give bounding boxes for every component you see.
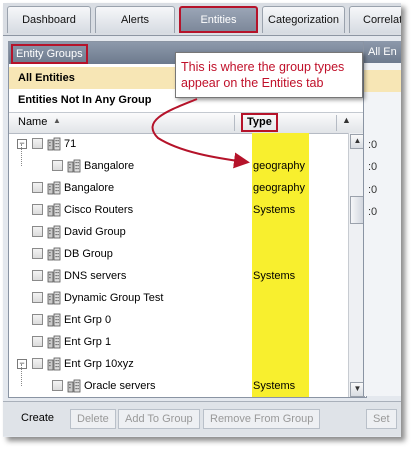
row-type: geography [253,160,305,172]
entities-panel: All En :0 :0 :0 :0 [363,41,401,396]
tree-connector [21,144,22,166]
tab-bar: Dashboard Alerts Entities Categorization… [3,3,401,36]
row-name: Ent Grp 0 [64,314,112,326]
table-row[interactable]: Bangalore geography [9,177,347,199]
row-type: geography [253,182,305,194]
table-row[interactable]: − Ent Grp 10xyz [9,353,347,375]
row-name: David Group [64,226,126,238]
row-checkbox[interactable] [52,380,63,391]
tree-connector [21,364,22,386]
collapse-toggle-icon[interactable]: − [17,139,27,149]
entities-cell: :0 [368,139,378,151]
column-name[interactable]: Name [18,116,47,128]
collapse-up-icon[interactable]: ▲ [342,115,351,125]
entity-group-icon [47,247,61,261]
entity-group-icon [47,357,61,371]
table-row[interactable]: Cisco Routers Systems [9,199,347,221]
table-row[interactable]: DB Group [9,243,347,265]
row-checkbox[interactable] [32,204,43,215]
entities-cell: :0 [368,184,378,196]
table-row[interactable]: Oracle servers Systems [9,375,347,397]
entity-group-icon [47,313,61,327]
entity-group-icon [47,137,61,151]
table-row[interactable]: David Group [9,221,347,243]
column-type[interactable]: Type [241,113,278,132]
entities-cell: :0 [368,161,378,173]
table-row[interactable]: Ent Grp 1 [9,331,347,353]
row-checkbox[interactable] [32,336,43,347]
row-checkbox[interactable] [32,226,43,237]
panel-title: Entity Groups [11,44,88,64]
tab-categorization[interactable]: Categorization [262,6,345,33]
row-checkbox[interactable] [32,292,43,303]
row-checkbox[interactable] [32,358,43,369]
annotation-callout: This is where the group types appear on … [175,52,363,98]
entity-group-list: − 71 Bangalore geography Bangalore geography C… [9,133,347,399]
collapse-toggle-icon[interactable]: − [17,359,27,369]
row-type: Systems [253,380,296,392]
row-name: DB Group [64,248,113,260]
entities-cell: :0 [368,206,378,218]
column-header: Name ▲ Type ▲ [9,112,366,134]
entity-group-icon [47,335,61,349]
delete-button[interactable]: Delete [70,409,116,429]
entity-group-icon [67,159,81,173]
entity-group-icon [47,181,61,195]
row-name: Bangalore [64,182,115,194]
set-button[interactable]: Set [366,409,397,429]
tab-alerts[interactable]: Alerts [95,6,175,33]
table-row[interactable]: Ent Grp 0 [9,309,347,331]
row-name: Dynamic Group Test [64,292,164,304]
entities-panel-header: All En [364,41,401,63]
table-row[interactable]: − 71 [9,133,347,155]
row-type: Systems [253,270,296,282]
row-checkbox[interactable] [32,182,43,193]
remove-from-group-button[interactable]: Remove From Group [203,409,321,429]
entity-group-icon [47,291,61,305]
entity-group-icon [47,269,61,283]
row-checkbox[interactable] [32,138,43,149]
add-to-group-button[interactable]: Add To Group [118,409,200,429]
tab-dashboard[interactable]: Dashboard [7,6,91,33]
create-button[interactable]: Create [15,409,60,427]
action-toolbar: Create Delete Add To Group Remove From G… [3,401,401,436]
row-type: Systems [253,204,296,216]
row-name: 71 [64,138,77,150]
row-name: DNS servers [64,270,127,282]
row-checkbox[interactable] [32,270,43,281]
row-checkbox[interactable] [32,314,43,325]
row-name: Cisco Routers [64,204,134,216]
entity-group-icon [67,379,81,393]
row-name: Ent Grp 10xyz [64,358,134,370]
tab-correlation[interactable]: Correlat [349,6,401,33]
tab-entities[interactable]: Entities [179,6,258,33]
row-checkbox[interactable] [32,248,43,259]
sort-ascending-icon: ▲ [53,116,61,125]
row-name: Bangalore [84,160,135,172]
table-row[interactable]: Dynamic Group Test [9,287,347,309]
row-name: Ent Grp 1 [64,336,112,348]
entity-group-icon [47,225,61,239]
table-row[interactable]: DNS servers Systems [9,265,347,287]
table-row[interactable]: Bangalore geography [9,155,347,177]
entity-group-icon [47,203,61,217]
row-name: Oracle servers [84,380,156,392]
row-checkbox[interactable] [52,160,63,171]
